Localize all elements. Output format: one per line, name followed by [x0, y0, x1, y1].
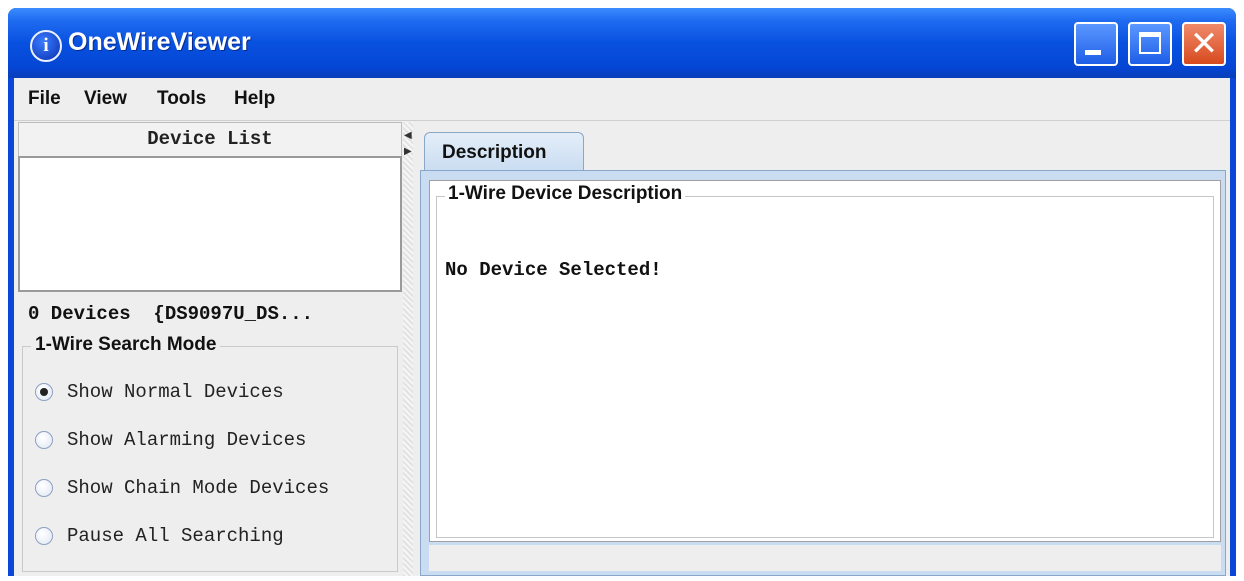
- radio-label: Show Chain Mode Devices: [67, 477, 330, 499]
- description-bottom-strip: [429, 545, 1221, 571]
- tab-description[interactable]: Description: [424, 132, 584, 172]
- description-panel: 1-Wire Device Description No Device Sele…: [429, 180, 1221, 542]
- window-client: File View Tools Help Device List 0 Devic…: [14, 78, 1230, 576]
- info-icon: i: [30, 30, 62, 62]
- devices-count: 0 Devices {DS9097U_DS...: [28, 303, 314, 325]
- description-title: 1-Wire Device Description: [445, 183, 686, 205]
- split-pane-divider[interactable]: ◀ ▶: [403, 122, 413, 576]
- window-title: OneWireViewer: [68, 28, 251, 56]
- close-icon: ✕: [1189, 24, 1219, 64]
- radio-button[interactable]: [35, 479, 53, 497]
- maximize-icon: [1139, 32, 1161, 54]
- radio-label: Pause All Searching: [67, 525, 284, 547]
- device-list[interactable]: [18, 156, 402, 292]
- left-panel: Device List 0 Devices {DS9097U_DS... 1-W…: [18, 122, 402, 576]
- menu-file[interactable]: File: [28, 88, 61, 110]
- title-bar[interactable]: i OneWireViewer ✕: [8, 8, 1236, 78]
- search-mode-title: 1-Wire Search Mode: [31, 334, 221, 356]
- radio-label: Show Normal Devices: [67, 381, 284, 403]
- minimize-icon: [1085, 50, 1101, 55]
- tab-label: Description: [442, 142, 547, 163]
- menu-tools[interactable]: Tools: [157, 88, 206, 110]
- close-button[interactable]: ✕: [1182, 22, 1226, 66]
- radio-label: Show Alarming Devices: [67, 429, 307, 451]
- menu-view[interactable]: View: [84, 88, 127, 110]
- radio-button[interactable]: [35, 431, 53, 449]
- description-frame: 1-Wire Device Description No Device Sele…: [436, 183, 1214, 538]
- expand-right-icon[interactable]: ▶: [404, 146, 412, 157]
- tab-content: 1-Wire Device Description No Device Sele…: [420, 170, 1226, 576]
- radio-button[interactable]: [35, 527, 53, 545]
- right-panel: Description 1-Wire Device Description No…: [414, 122, 1230, 576]
- collapse-left-icon[interactable]: ◀: [404, 130, 412, 141]
- radio-button-checked[interactable]: [35, 383, 53, 401]
- device-list-header: Device List: [18, 122, 402, 157]
- maximize-button[interactable]: [1128, 22, 1172, 66]
- menu-bar: File View Tools Help: [14, 78, 1230, 121]
- minimize-button[interactable]: [1074, 22, 1118, 66]
- main-window: i OneWireViewer ✕ File View Tools Help D…: [8, 8, 1236, 576]
- menu-help[interactable]: Help: [234, 88, 275, 110]
- search-mode-group: 1-Wire Search Mode Show Normal Devices S…: [22, 334, 398, 572]
- no-device-message: No Device Selected!: [445, 259, 662, 281]
